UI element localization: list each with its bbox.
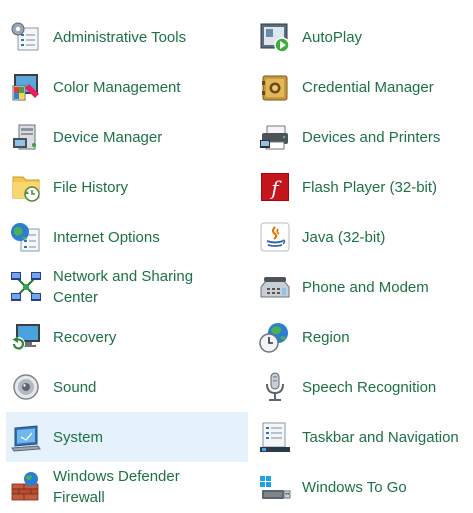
item-label: Credential Manager [302, 78, 434, 96]
item-windows-defender-firewall[interactable]: Windows Defender Firewall [0, 462, 250, 512]
windows-to-go-icon [258, 470, 292, 504]
item-flash-player[interactable]: f Flash Player (32-bit) [250, 162, 473, 212]
item-system[interactable]: System [6, 412, 248, 462]
administrative-tools-icon [9, 20, 43, 54]
control-panel-grid: Administrative Tools AutoPlay Color Mana… [0, 12, 473, 512]
system-icon [9, 420, 43, 454]
file-history-icon [9, 170, 43, 204]
item-label: Recovery [53, 328, 117, 346]
item-windows-to-go[interactable]: Windows To Go [250, 462, 473, 512]
item-label: Devices and Printers [302, 128, 441, 146]
item-label: Color Management [53, 78, 181, 96]
item-region[interactable]: Region [250, 312, 473, 362]
flash-player-icon: f [258, 170, 292, 204]
item-label: Speech Recognition [302, 378, 437, 396]
item-label: Region [302, 328, 350, 346]
item-network-and-sharing-center[interactable]: Network and Sharing Center [0, 262, 250, 312]
item-label: Device Manager [53, 128, 163, 146]
item-label: File History [53, 178, 129, 196]
item-label: Taskbar and Navigation [302, 428, 459, 446]
firewall-icon [9, 470, 43, 504]
java-icon [258, 220, 292, 254]
item-label: Windows Defender Firewall [53, 468, 180, 506]
item-color-management[interactable]: Color Management [0, 62, 250, 112]
sound-icon [9, 370, 43, 404]
recovery-icon [9, 320, 43, 354]
item-label: AutoPlay [302, 28, 363, 46]
item-java[interactable]: Java (32-bit) [250, 212, 473, 262]
item-label: Network and Sharing Center [53, 268, 194, 306]
item-internet-options[interactable]: Internet Options [0, 212, 250, 262]
item-recovery[interactable]: Recovery [0, 312, 250, 362]
item-label: Administrative Tools [53, 28, 187, 46]
item-label: Sound [53, 378, 97, 396]
internet-options-icon [9, 220, 43, 254]
item-devices-and-printers[interactable]: Devices and Printers [250, 112, 473, 162]
taskbar-navigation-icon [258, 420, 292, 454]
item-label: Phone and Modem [302, 278, 429, 296]
item-file-history[interactable]: File History [0, 162, 250, 212]
autoplay-icon [258, 20, 292, 54]
item-phone-and-modem[interactable]: Phone and Modem [250, 262, 473, 312]
item-taskbar-and-navigation[interactable]: Taskbar and Navigation [250, 412, 473, 462]
network-sharing-icon [9, 270, 43, 304]
devices-printers-icon [258, 120, 292, 154]
item-administrative-tools[interactable]: Administrative Tools [0, 12, 250, 62]
item-label: Internet Options [53, 228, 160, 246]
item-label: Windows To Go [302, 478, 407, 496]
item-label: System [53, 428, 104, 446]
color-management-icon [9, 70, 43, 104]
item-device-manager[interactable]: Device Manager [0, 112, 250, 162]
credential-manager-icon [258, 70, 292, 104]
item-speech-recognition[interactable]: Speech Recognition [250, 362, 473, 412]
item-label: Java (32-bit) [302, 228, 386, 246]
phone-modem-icon [258, 270, 292, 304]
item-autoplay[interactable]: AutoPlay [250, 12, 473, 62]
region-icon [258, 320, 292, 354]
item-sound[interactable]: Sound [0, 362, 250, 412]
device-manager-icon [9, 120, 43, 154]
speech-recognition-icon [258, 370, 292, 404]
item-credential-manager[interactable]: Credential Manager [250, 62, 473, 112]
item-label: Flash Player (32-bit) [302, 178, 438, 196]
